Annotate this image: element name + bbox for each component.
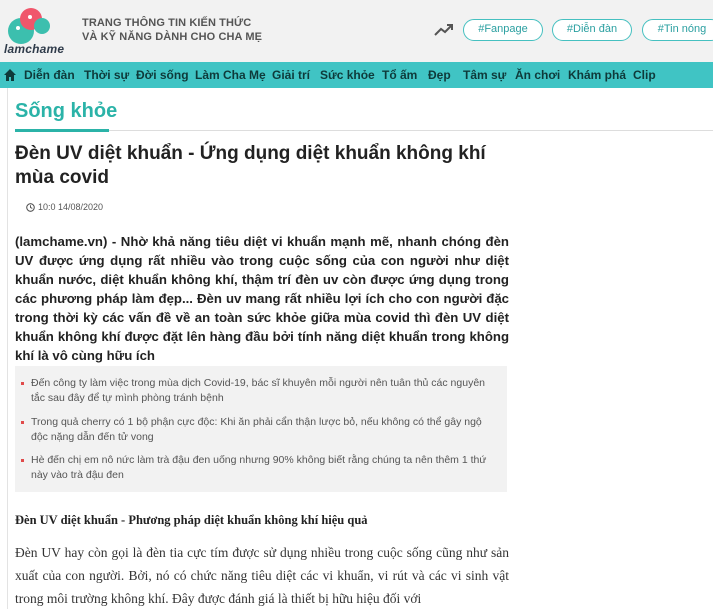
nav-item-clip[interactable]: Clip bbox=[633, 62, 656, 88]
tagline-line-1: TRANG THÔNG TIN KIẾN THỨC bbox=[82, 17, 252, 29]
main-nav: Diễn đàn Thời sự Đời sống Làm Cha Mẹ Giả… bbox=[0, 62, 713, 88]
bullet-icon bbox=[21, 421, 24, 424]
article-timestamp: 10:0 14/08/2020 bbox=[38, 202, 104, 212]
article-lead: (lamchame.vn) - Nhờ khả năng tiêu diệt v… bbox=[15, 234, 509, 363]
bullet-icon bbox=[21, 459, 24, 462]
nav-item-dep[interactable]: Đẹp bbox=[428, 62, 451, 88]
section-underline bbox=[15, 129, 109, 132]
logo-text: lamchame bbox=[4, 42, 65, 56]
nav-item-dien-dan[interactable]: Diễn đàn bbox=[24, 62, 75, 88]
tagline-line-2: VÀ KỸ NĂNG DÀNH CHO CHA MẸ bbox=[82, 31, 263, 43]
pill-fanpage[interactable]: #Fanpage bbox=[463, 19, 543, 41]
section-divider bbox=[15, 130, 713, 131]
nav-item-kham-pha[interactable]: Khám phá bbox=[568, 62, 626, 88]
home-icon[interactable] bbox=[3, 68, 17, 82]
logo-dot bbox=[16, 26, 20, 30]
site-logo[interactable]: lamchame bbox=[4, 6, 72, 56]
article-title: Đèn UV diệt khuẩn - Ứng dụng diệt khuẩn … bbox=[15, 143, 486, 188]
related-articles-box: Đến công ty làm việc trong mùa dịch Covi… bbox=[15, 366, 507, 492]
pill-tin-nong[interactable]: #Tin nóng bbox=[642, 19, 713, 41]
nav-item-an-choi[interactable]: Ăn chơi bbox=[515, 62, 560, 88]
related-link[interactable]: Trong quả cherry có 1 bộ phận cực độc: K… bbox=[31, 416, 482, 443]
content-border bbox=[7, 88, 8, 609]
related-item[interactable]: Đến công ty làm việc trong mùa dịch Covi… bbox=[21, 376, 501, 406]
site-tagline: TRANG THÔNG TIN KIẾN THỨC VÀ KỸ NĂNG DÀN… bbox=[82, 16, 262, 44]
related-item[interactable]: Trong quả cherry có 1 bộ phận cực độc: K… bbox=[21, 415, 501, 445]
article-subheading: Đèn UV diệt khuẩn - Phương pháp diệt khu… bbox=[15, 513, 368, 527]
article-body: Đèn UV hay còn gọi là đèn tia cực tím đư… bbox=[15, 545, 509, 606]
clock-icon bbox=[26, 203, 35, 212]
related-link[interactable]: Hè đến chị em nô nức làm trà đậu đen uốn… bbox=[31, 454, 486, 481]
trending-up-icon[interactable] bbox=[434, 23, 454, 37]
nav-item-doi-song[interactable]: Đời sống bbox=[136, 62, 189, 88]
logo-dot bbox=[28, 15, 32, 19]
nav-item-lam-cha-me[interactable]: Làm Cha Mẹ bbox=[195, 62, 266, 88]
related-link[interactable]: Đến công ty làm việc trong mùa dịch Covi… bbox=[31, 377, 485, 404]
bullet-icon bbox=[21, 382, 24, 385]
nav-item-giai-tri[interactable]: Giải trí bbox=[272, 62, 310, 88]
nav-item-to-am[interactable]: Tổ ấm bbox=[382, 62, 417, 88]
nav-item-thoi-su[interactable]: Thời sự bbox=[84, 62, 129, 88]
pill-dien-dan[interactable]: #Diễn đàn bbox=[552, 19, 632, 41]
nav-item-suc-khoe[interactable]: Sức khỏe bbox=[320, 62, 375, 88]
nav-item-tam-su[interactable]: Tâm sự bbox=[463, 62, 506, 88]
section-title[interactable]: Sống khỏe bbox=[15, 100, 117, 123]
related-item[interactable]: Hè đến chị em nô nức làm trà đậu đen uốn… bbox=[21, 453, 501, 483]
site-header: lamchame TRANG THÔNG TIN KIẾN THỨC VÀ KỸ… bbox=[0, 0, 713, 62]
logo-bubble-small bbox=[34, 18, 50, 34]
